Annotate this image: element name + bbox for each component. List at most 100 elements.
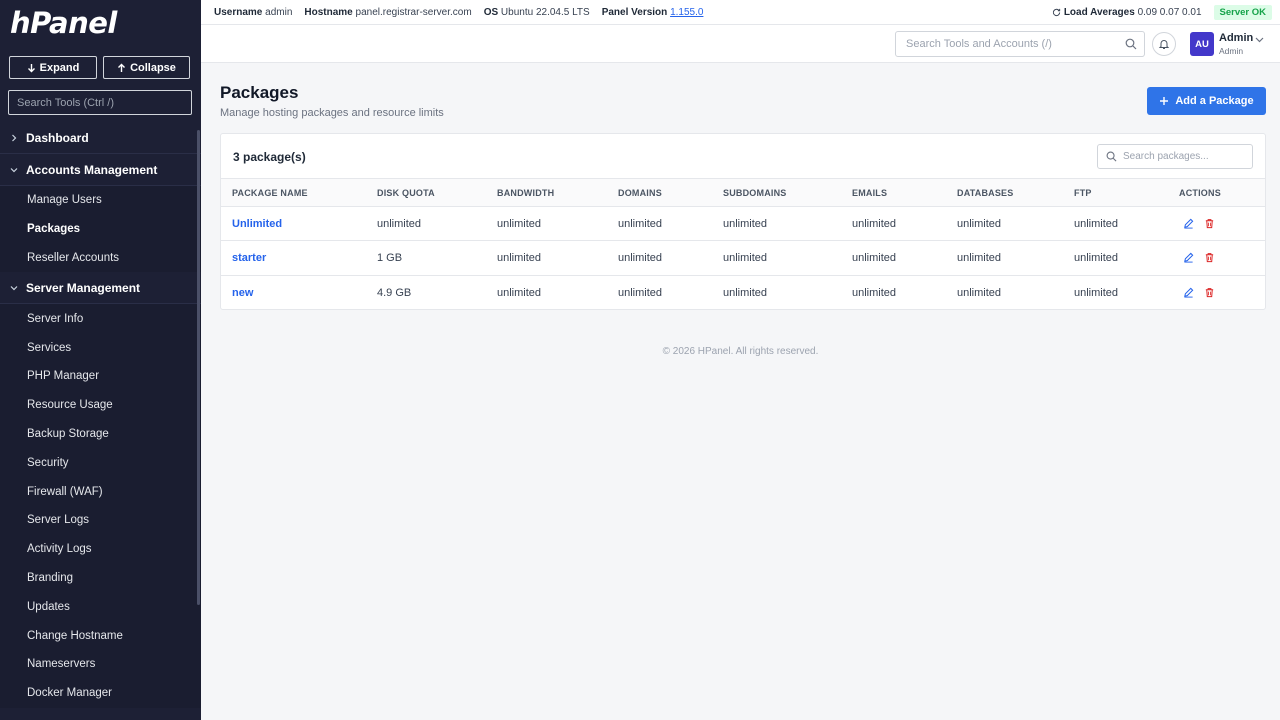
- add-package-button[interactable]: Add a Package: [1147, 87, 1266, 115]
- chevron-down-icon[interactable]: [1255, 37, 1264, 43]
- global-search-placeholder: Search Tools and Accounts (/): [906, 38, 1052, 50]
- package-search-placeholder: Search packages...: [1123, 151, 1209, 162]
- package-name-link[interactable]: Unlimited: [232, 207, 282, 240]
- plus-icon: [1159, 96, 1169, 106]
- server-info-bar: Username admin Hostname panel.registrar-…: [201, 0, 1280, 25]
- sidebar: hPanel Expand Collapse Search Tools (Ctr…: [0, 0, 201, 720]
- table-cell: unlimited: [377, 217, 422, 230]
- packages-table: PACKAGE NAME DISK QUOTA BANDWIDTH DOMAIN…: [221, 178, 1265, 310]
- package-name-link[interactable]: new: [232, 276, 253, 310]
- column-header[interactable]: DISK QUOTA: [377, 179, 435, 206]
- sidebar-item-resource-usage[interactable]: Resource Usage: [0, 391, 201, 420]
- edit-icon[interactable]: [1182, 252, 1194, 264]
- sidebar-item-firewall[interactable]: Firewall (WAF): [0, 477, 201, 506]
- table-cell: unlimited: [618, 286, 663, 299]
- sidebar-section-accounts[interactable]: Accounts Management: [0, 154, 201, 186]
- table-cell: unlimited: [723, 251, 768, 264]
- table-row: new 4.9 GB unlimited unlimited unlimited…: [221, 276, 1265, 310]
- sidebar-item-services[interactable]: Services: [0, 333, 201, 362]
- sidebar-item-backup-storage[interactable]: Backup Storage: [0, 420, 201, 449]
- edit-icon[interactable]: [1182, 218, 1194, 230]
- sidebar-item-server-logs[interactable]: Server Logs: [0, 506, 201, 535]
- logo[interactable]: hPanel: [10, 6, 117, 40]
- search-icon: [1106, 151, 1117, 162]
- sidebar-item-activity-logs[interactable]: Activity Logs: [0, 535, 201, 564]
- sidebar-item-manage-users[interactable]: Manage Users: [0, 186, 201, 215]
- load-status-area: Load Averages 0.09 0.07 0.01 Server OK: [1052, 0, 1280, 24]
- arrow-up-icon: [117, 63, 126, 73]
- arrow-down-icon: [27, 63, 36, 73]
- add-package-label: Add a Package: [1175, 95, 1254, 107]
- sidebar-section-label: Dashboard: [26, 130, 89, 145]
- trash-icon[interactable]: [1203, 252, 1215, 264]
- sidebar-nav: Dashboard Accounts Management Manage Use…: [0, 122, 201, 708]
- hostname-info: Hostname panel.registrar-server.com: [304, 6, 472, 18]
- table-cell: unlimited: [497, 286, 542, 299]
- panel-version-link[interactable]: 1.155.0: [670, 7, 703, 18]
- package-name-link[interactable]: starter: [232, 241, 266, 274]
- chevron-down-icon: [10, 284, 26, 292]
- global-search-input[interactable]: Search Tools and Accounts (/): [895, 31, 1145, 57]
- table-cell: 4.9 GB: [377, 286, 412, 299]
- sidebar-section-server[interactable]: Server Management: [0, 272, 201, 305]
- os-info: OS Ubuntu 22.04.5 LTS: [483, 6, 590, 18]
- table-cell: unlimited: [957, 286, 1002, 299]
- panel-version-info: Panel Version 1.155.0: [601, 6, 704, 18]
- expand-button[interactable]: Expand: [9, 56, 97, 79]
- column-header[interactable]: PACKAGE NAME: [232, 179, 308, 206]
- sidebar-item-php-manager[interactable]: PHP Manager: [0, 362, 201, 391]
- bell-icon: [1158, 38, 1170, 50]
- packages-card: 3 package(s) Search packages... PACKAGE …: [220, 133, 1266, 310]
- row-actions: [1182, 207, 1215, 240]
- sidebar-section-label: Server Management: [26, 280, 141, 295]
- accounts-group: Manage Users Packages Reseller Accounts: [0, 186, 201, 273]
- table-cell: 1 GB: [377, 251, 403, 264]
- column-header[interactable]: EMAILS: [852, 179, 887, 206]
- avatar[interactable]: AU: [1190, 32, 1214, 56]
- table-cell: unlimited: [1074, 286, 1119, 299]
- column-header[interactable]: DATABASES: [957, 179, 1013, 206]
- sidebar-item-dashboard[interactable]: Dashboard: [0, 122, 201, 154]
- table-cell: unlimited: [852, 286, 897, 299]
- column-header[interactable]: SUBDOMAINS: [723, 179, 787, 206]
- table-cell: unlimited: [618, 251, 663, 264]
- column-header[interactable]: FTP: [1074, 179, 1092, 206]
- column-header[interactable]: DOMAINS: [618, 179, 662, 206]
- table-cell: unlimited: [957, 251, 1002, 264]
- table-cell: unlimited: [957, 217, 1002, 230]
- table-header: PACKAGE NAME DISK QUOTA BANDWIDTH DOMAIN…: [221, 178, 1265, 207]
- trash-icon[interactable]: [1203, 218, 1215, 230]
- user-name[interactable]: Admin: [1219, 32, 1253, 44]
- sidebar-item-packages[interactable]: Packages: [0, 215, 201, 244]
- edit-icon[interactable]: [1182, 287, 1194, 299]
- notifications-button[interactable]: [1152, 32, 1176, 56]
- sidebar-item-branding[interactable]: Branding: [0, 564, 201, 593]
- page-subtitle: Manage hosting packages and resource lim…: [220, 107, 444, 119]
- chevron-down-icon: [10, 166, 26, 174]
- table-cell: unlimited: [1074, 251, 1119, 264]
- table-cell: unlimited: [497, 217, 542, 230]
- sidebar-search-input[interactable]: Search Tools (Ctrl /): [8, 90, 192, 115]
- sidebar-item-security[interactable]: Security: [0, 448, 201, 477]
- chevron-right-icon: [10, 134, 26, 142]
- trash-icon[interactable]: [1203, 287, 1215, 299]
- table-cell: unlimited: [618, 217, 663, 230]
- sidebar-scrollbar[interactable]: [197, 130, 200, 605]
- sidebar-item-change-hostname[interactable]: Change Hostname: [0, 621, 201, 650]
- package-search-input[interactable]: Search packages...: [1097, 144, 1253, 169]
- column-header[interactable]: BANDWIDTH: [497, 179, 554, 206]
- sidebar-item-docker-manager[interactable]: Docker Manager: [0, 679, 201, 708]
- sidebar-section-label: Accounts Management: [26, 162, 158, 177]
- load-averages: Load Averages 0.09 0.07 0.01: [1063, 6, 1202, 18]
- search-icon: [1125, 38, 1137, 50]
- server-group: Server Info Services PHP Manager Resourc…: [0, 304, 201, 708]
- sidebar-item-updates[interactable]: Updates: [0, 592, 201, 621]
- column-header: ACTIONS: [1179, 187, 1221, 198]
- sidebar-item-nameservers[interactable]: Nameservers: [0, 650, 201, 679]
- collapse-button[interactable]: Collapse: [103, 56, 190, 79]
- username-info: Username admin: [214, 6, 293, 18]
- refresh-icon[interactable]: [1052, 8, 1061, 17]
- sidebar-item-server-info[interactable]: Server Info: [0, 304, 201, 333]
- sidebar-item-reseller-accounts[interactable]: Reseller Accounts: [0, 244, 201, 273]
- table-cell: unlimited: [723, 217, 768, 230]
